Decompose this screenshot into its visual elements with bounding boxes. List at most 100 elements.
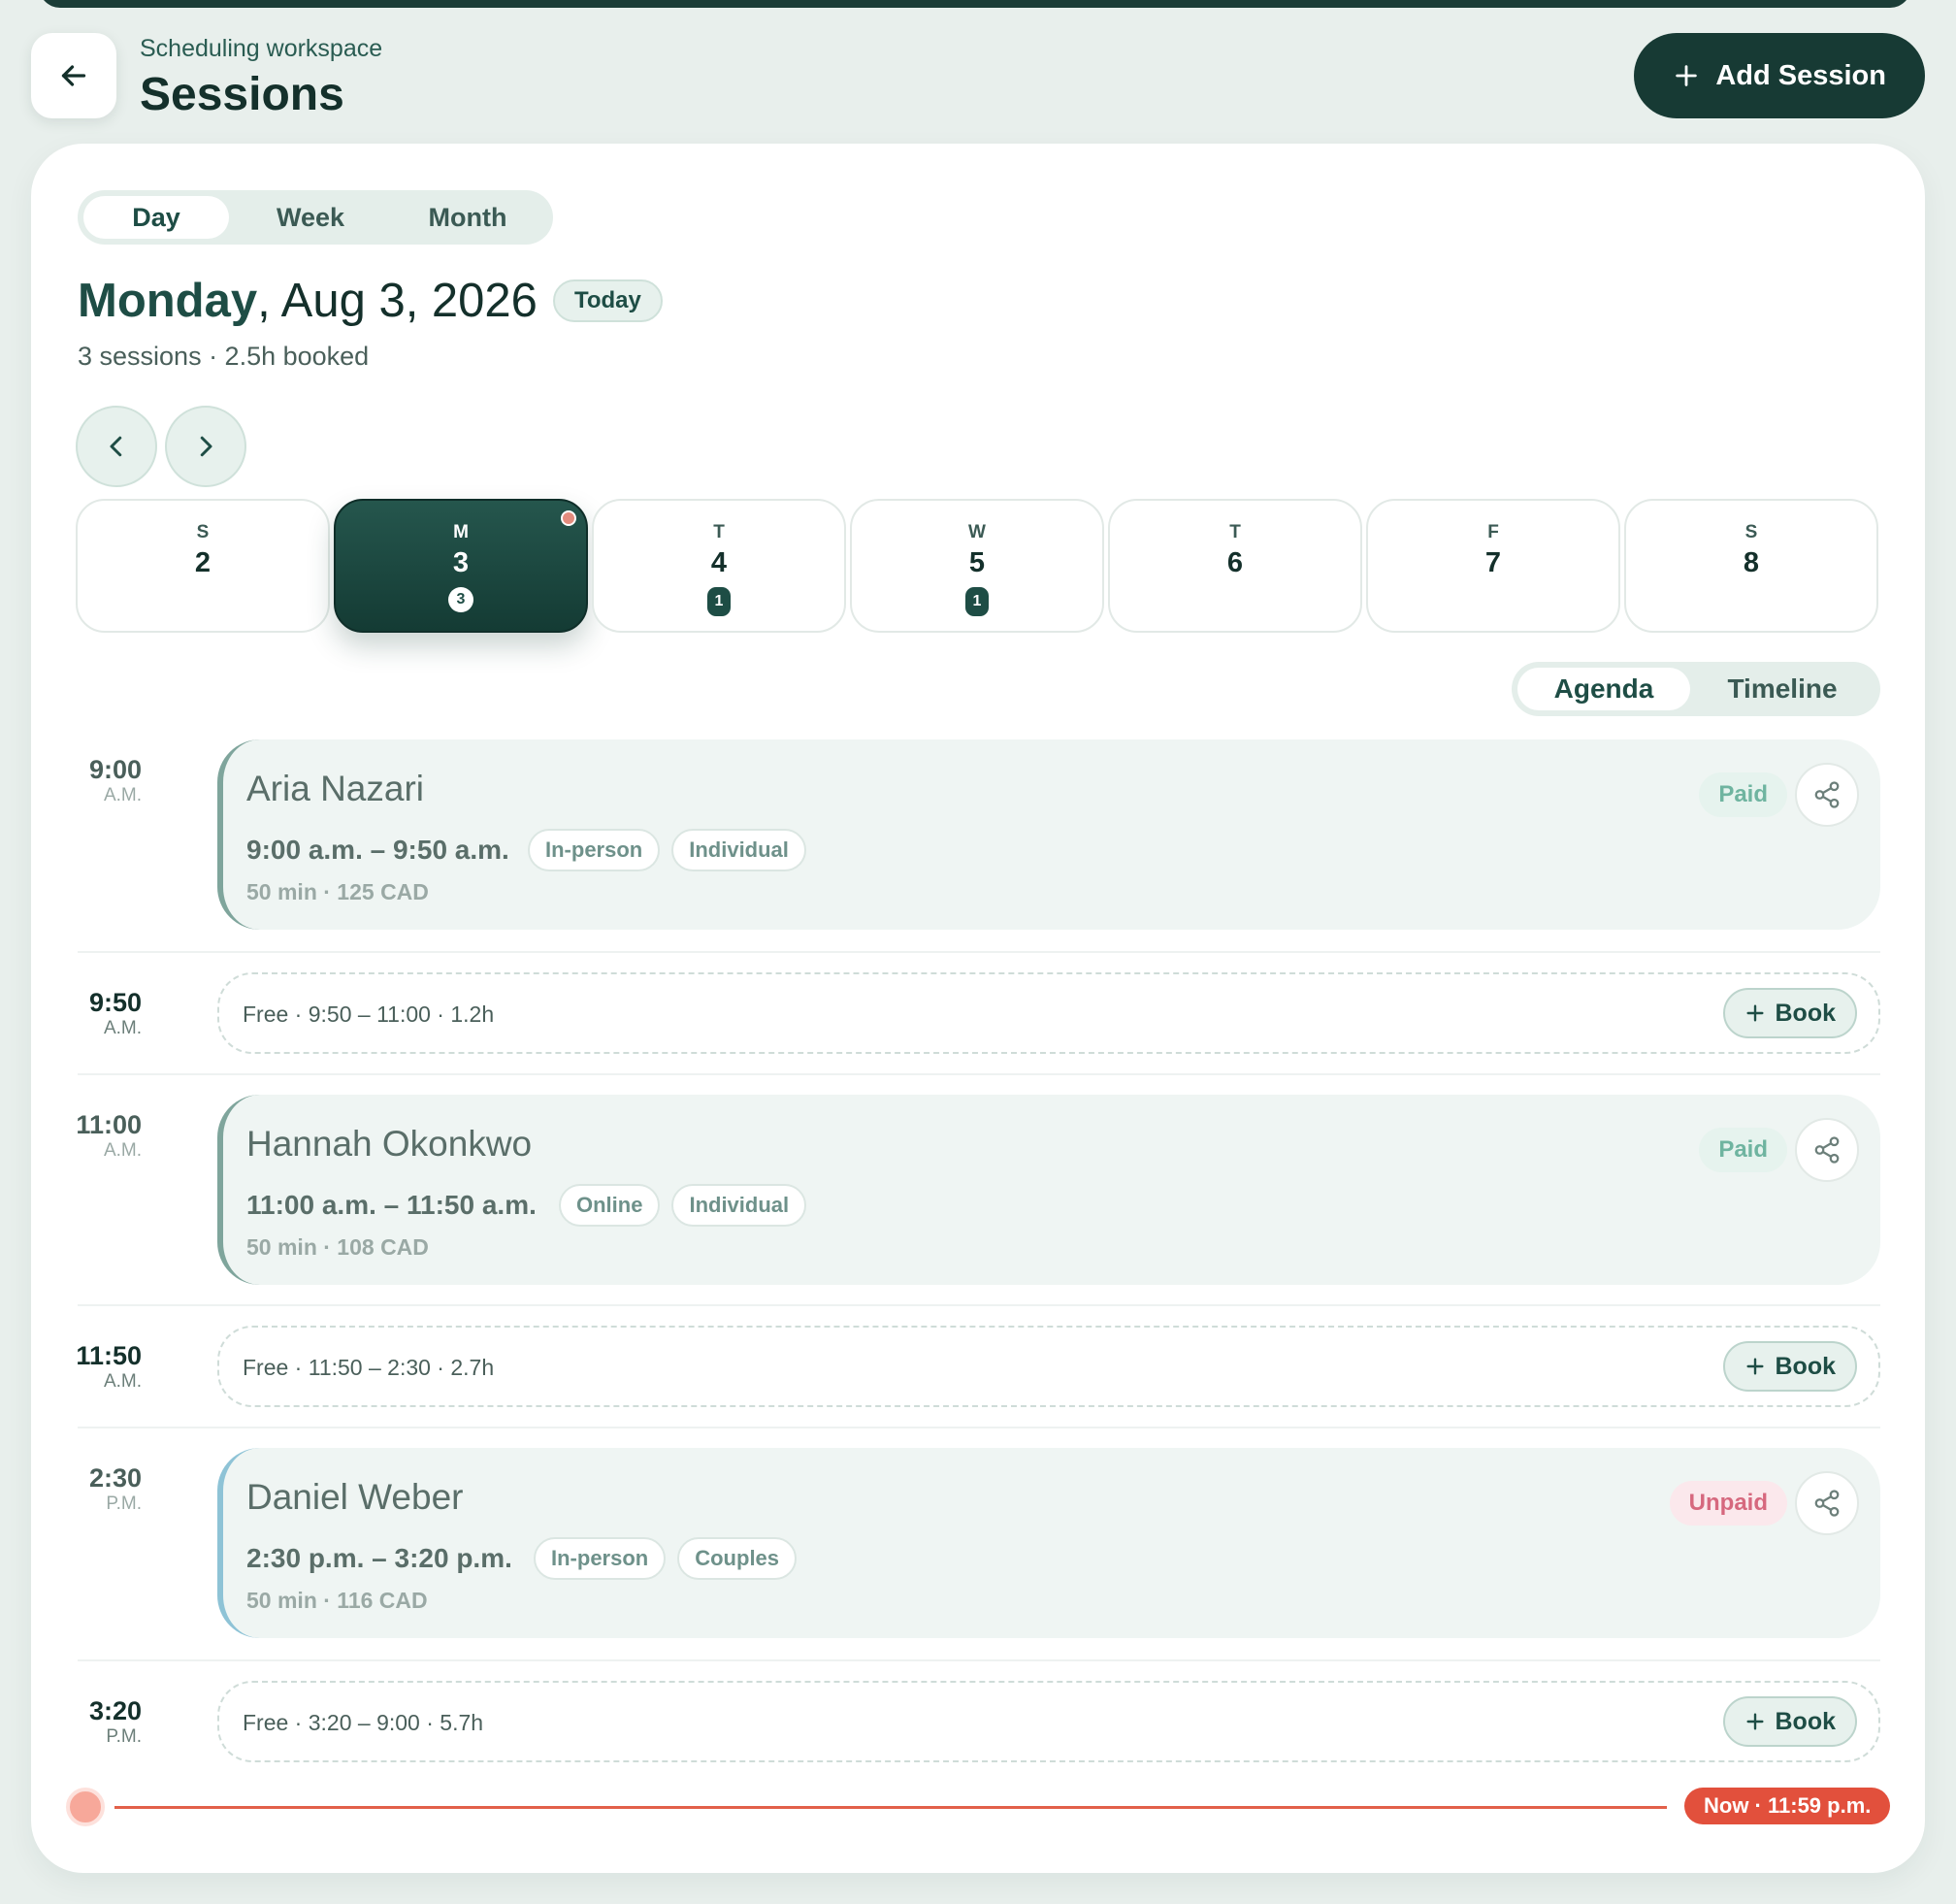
- book-button[interactable]: Book: [1722, 1341, 1857, 1392]
- free-slot-text: Free · 9:50 – 11:00 · 1.2h: [243, 1001, 495, 1027]
- free-slot: Free · 3:20 – 9:00 · 5.7h Book: [217, 1681, 1880, 1762]
- day-cell[interactable]: S 2: [76, 499, 330, 633]
- time-label: 9:50 A.M.: [89, 988, 142, 1039]
- type-chip: Couples: [677, 1537, 798, 1580]
- top-app-bar: [39, 0, 1911, 8]
- free-slot-text: Free · 3:20 – 9:00 · 5.7h: [243, 1710, 484, 1735]
- session-tags: In-person Individual: [528, 829, 806, 871]
- day-number: 7: [1484, 547, 1502, 578]
- day-letter: S: [1744, 522, 1758, 542]
- session-tags: Online Individual: [559, 1184, 807, 1227]
- page-title: Sessions: [140, 69, 344, 120]
- book-label: Book: [1775, 1707, 1837, 1735]
- time-ampm: A.M.: [103, 785, 142, 805]
- tab-week[interactable]: Week: [229, 196, 392, 239]
- time-hour: 11:50: [76, 1341, 142, 1370]
- back-button[interactable]: [31, 33, 116, 118]
- book-label: Book: [1775, 999, 1837, 1027]
- day-number: 3: [452, 547, 470, 578]
- now-indicator-line: [114, 1806, 1667, 1809]
- share-icon: [1814, 781, 1840, 808]
- plus-icon: [1745, 1004, 1764, 1022]
- session-count-badge: 1: [965, 587, 989, 616]
- add-session-button[interactable]: Add Session: [1634, 33, 1925, 118]
- view-switch: Day Week Month: [78, 190, 553, 245]
- today-dot: [561, 510, 576, 526]
- mode-chip: In-person: [528, 829, 661, 871]
- day-letter: F: [1487, 522, 1499, 542]
- divider: [78, 1304, 1880, 1306]
- session-count-badge: 3: [448, 587, 473, 612]
- status-badge: Paid: [1699, 1128, 1787, 1172]
- plus-icon: [1676, 65, 1698, 86]
- time-ampm: A.M.: [103, 1018, 142, 1038]
- share-button[interactable]: [1795, 1118, 1859, 1182]
- free-slot: Free · 11:50 – 2:30 · 2.7h Book: [217, 1326, 1880, 1407]
- session-card[interactable]: Aria Nazari 9:00 a.m. – 9:50 a.m. In-per…: [217, 739, 1880, 930]
- day-number: 4: [710, 547, 728, 578]
- now-badge: Now · 11:59 p.m.: [1684, 1788, 1891, 1824]
- share-icon: [1814, 1136, 1840, 1164]
- day-letter: W: [968, 522, 986, 542]
- now-indicator-dot: [66, 1788, 105, 1826]
- day-number: 2: [194, 547, 212, 578]
- session-time: 11:00 a.m. – 11:50 a.m.: [246, 1190, 537, 1220]
- time-ampm: P.M.: [106, 1494, 142, 1514]
- tab-agenda[interactable]: Agenda: [1517, 668, 1690, 710]
- day-letter: S: [196, 522, 210, 542]
- type-chip: Individual: [671, 829, 806, 871]
- session-time: 9:00 a.m. – 9:50 a.m.: [246, 835, 509, 865]
- mode-switch: Agenda Timeline: [1512, 662, 1880, 716]
- week-day-strip: S 2 M 3 3 T 4 1 W 5 1 T 6 F 7 S 8: [76, 499, 1880, 633]
- tab-month[interactable]: Month: [392, 196, 543, 239]
- prev-day-button[interactable]: [76, 406, 157, 487]
- day-cell[interactable]: T 6: [1108, 499, 1362, 633]
- time-hour: 9:50: [88, 988, 142, 1017]
- divider: [78, 951, 1880, 953]
- session-meta: 50 min · 108 CAD: [246, 1234, 429, 1260]
- mode-chip: In-person: [534, 1537, 667, 1580]
- book-button[interactable]: Book: [1722, 1696, 1857, 1747]
- day-cell[interactable]: S 8: [1624, 499, 1878, 633]
- session-card[interactable]: Daniel Weber 2:30 p.m. – 3:20 p.m. In-pe…: [217, 1448, 1880, 1638]
- day-cell[interactable]: T 4 1: [592, 499, 846, 633]
- book-button[interactable]: Book: [1722, 988, 1857, 1038]
- book-label: Book: [1775, 1352, 1837, 1380]
- today-badge: Today: [552, 279, 663, 322]
- session-card[interactable]: Hannah Okonkwo 11:00 a.m. – 11:50 a.m. O…: [217, 1095, 1880, 1285]
- plus-icon: [1745, 1358, 1764, 1375]
- day-cell[interactable]: W 5 1: [850, 499, 1104, 633]
- divider: [78, 1659, 1880, 1661]
- date-rest: , Aug 3, 2026: [257, 275, 538, 327]
- time-label: 11:00 A.M.: [76, 1110, 142, 1162]
- day-cell-selected[interactable]: M 3 3: [334, 499, 588, 633]
- session-time: 2:30 p.m. – 3:20 p.m.: [246, 1543, 512, 1573]
- day-letter: T: [1229, 522, 1241, 542]
- tab-timeline[interactable]: Timeline: [1690, 668, 1874, 710]
- day-number: 6: [1226, 547, 1244, 578]
- workspace-label: Scheduling workspace: [140, 35, 383, 62]
- time-ampm: P.M.: [106, 1726, 142, 1747]
- session-tags: In-person Couples: [534, 1537, 798, 1580]
- tab-day[interactable]: Day: [83, 196, 229, 239]
- share-icon: [1814, 1490, 1840, 1517]
- time-label: 3:20 P.M.: [89, 1696, 142, 1748]
- time-hour: 2:30: [88, 1463, 142, 1493]
- next-day-button[interactable]: [165, 406, 246, 487]
- time-ampm: A.M.: [103, 1140, 142, 1161]
- time-hour: 3:20: [88, 1696, 142, 1725]
- session-meta: 50 min · 116 CAD: [246, 1588, 428, 1613]
- chevron-right-icon: [200, 436, 212, 457]
- free-slot: Free · 9:50 – 11:00 · 1.2h Book: [217, 972, 1880, 1054]
- time-hour: 11:00: [76, 1110, 142, 1139]
- share-button[interactable]: [1795, 1471, 1859, 1535]
- session-count-badge: 1: [707, 587, 731, 616]
- divider: [78, 1427, 1880, 1428]
- mode-chip: Online: [559, 1184, 661, 1227]
- plus-icon: [1745, 1713, 1764, 1730]
- date-weekday: Monday: [78, 275, 258, 327]
- time-label: 2:30 P.M.: [89, 1463, 142, 1515]
- date-heading: Monday , Aug 3, 2026 Today: [78, 274, 663, 328]
- day-cell[interactable]: F 7: [1366, 499, 1620, 633]
- share-button[interactable]: [1795, 763, 1859, 827]
